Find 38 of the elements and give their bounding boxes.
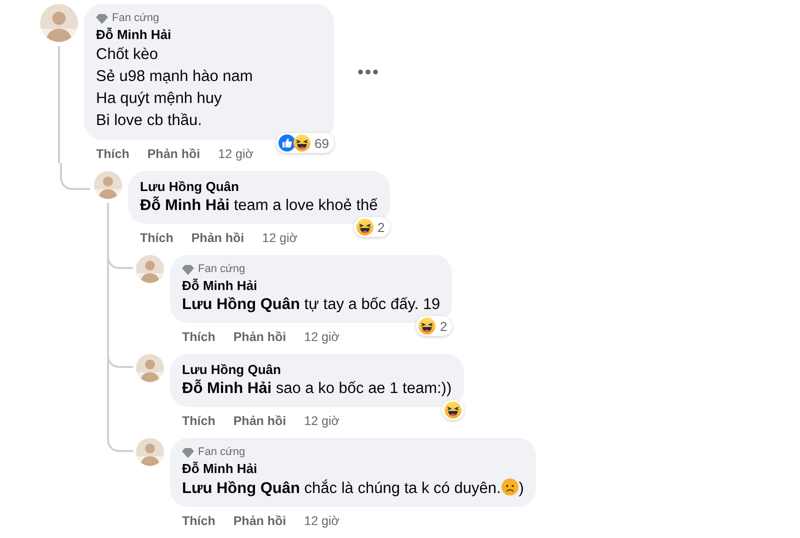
timestamp[interactable]: 12 giờ bbox=[304, 412, 340, 430]
comment-text: Đỗ Minh Hải sao a ko bốc ae 1 team:)) bbox=[182, 379, 452, 399]
thread-line bbox=[60, 163, 90, 190]
diamond-icon bbox=[182, 448, 194, 458]
reaction-count[interactable]: 2 bbox=[354, 217, 390, 237]
fan-label: Fan cứng bbox=[112, 11, 160, 26]
comment-text: Chốt kèo bbox=[96, 45, 160, 65]
comment-text: Ha quýt mệnh huy bbox=[96, 89, 223, 109]
like-link[interactable]: Thích bbox=[96, 145, 130, 163]
reply-link[interactable]: Phản hồi bbox=[191, 229, 244, 247]
diamond-icon bbox=[96, 14, 108, 24]
reaction-count[interactable]: 69 bbox=[276, 133, 334, 153]
like-link[interactable]: Thích bbox=[140, 229, 174, 247]
reply-link[interactable]: Phản hồi bbox=[233, 512, 286, 530]
comment-text: Đỗ Minh Hải team a love khoẻ thế bbox=[140, 196, 378, 216]
like-link[interactable]: Thích bbox=[182, 328, 216, 346]
author-name[interactable]: Đỗ Minh Hải bbox=[96, 26, 322, 44]
like-link[interactable]: Thích bbox=[182, 512, 216, 530]
reply-link[interactable]: Phản hồi bbox=[147, 145, 200, 163]
author-name[interactable]: Đỗ Minh Hải bbox=[182, 460, 524, 478]
comment-text: Lưu Hồng Quân tự tay a bốc đấy. 19 bbox=[182, 295, 440, 315]
author-name[interactable]: Đỗ Minh Hải bbox=[182, 277, 440, 295]
reaction-count[interactable]: 2 bbox=[416, 316, 452, 336]
timestamp[interactable]: 12 giờ bbox=[304, 512, 340, 530]
diamond-icon bbox=[182, 264, 194, 274]
timestamp[interactable]: 12 giờ bbox=[218, 145, 254, 163]
fan-label: Fan cứng bbox=[198, 445, 246, 460]
reply-link[interactable]: Phản hồi bbox=[233, 328, 286, 346]
author-name[interactable]: Lưu Hồng Quân bbox=[182, 361, 452, 379]
fan-label: Fan cứng bbox=[198, 262, 246, 277]
author-name[interactable]: Lưu Hồng Quân bbox=[140, 178, 378, 196]
comment-text: Lưu Hồng Quân chắc là chúng ta k có duyên. ) bbox=[182, 478, 524, 499]
like-link[interactable]: Thích bbox=[182, 412, 216, 430]
timestamp[interactable]: 12 giờ bbox=[304, 328, 340, 346]
comment-text: Bi love cb thầu. bbox=[96, 111, 203, 131]
comment-text: Sẻ u98 mạnh hào nam bbox=[96, 67, 254, 87]
reply-link[interactable]: Phản hồi bbox=[233, 412, 286, 430]
timestamp[interactable]: 12 giờ bbox=[262, 229, 298, 247]
